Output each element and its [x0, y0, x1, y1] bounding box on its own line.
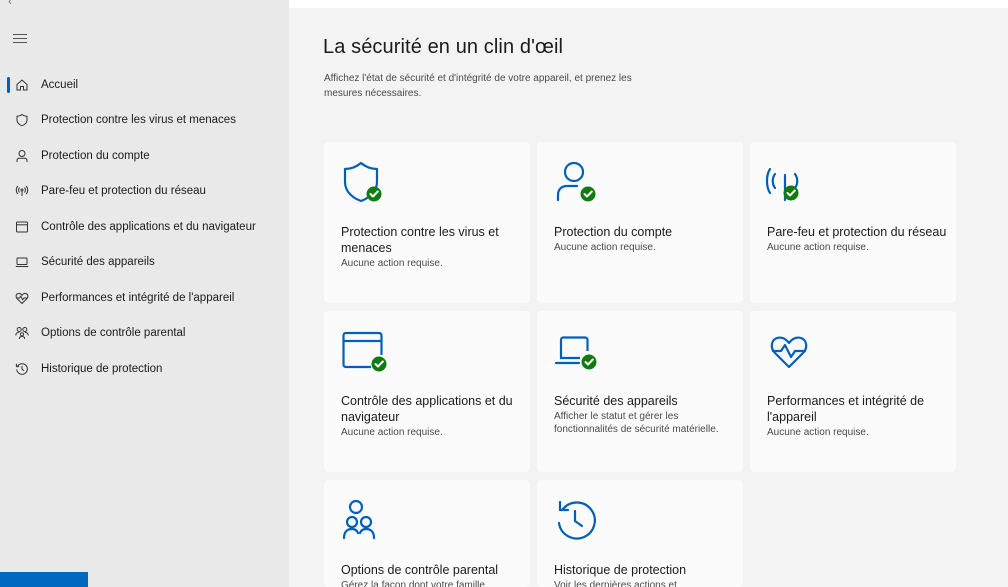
card-title: Options de contrôle parental Gérez la fa…: [341, 562, 521, 587]
heart-pulse-icon: [15, 291, 29, 305]
settings-button[interactable]: [0, 572, 88, 587]
laptop-check-icon: [554, 329, 602, 373]
card-title: Performances et intégrité de l'appareil …: [767, 393, 947, 439]
laptop-icon: [15, 255, 29, 269]
window-top-strip: [289, 0, 1008, 8]
sidebar-item-app-browser-control[interactable]: Contrôle des applications et du navigate…: [0, 209, 289, 245]
wifi-check-icon: [765, 160, 815, 204]
sidebar-item-label: Protection du compte: [41, 149, 150, 162]
person-check-icon: [554, 160, 602, 204]
main-content: La sécurité en un clin d'œil Affichez l'…: [289, 0, 1008, 587]
card-virus-protection[interactable]: Protection contre les virus et menaces A…: [324, 142, 530, 303]
sidebar-item-label: Sécurité des appareils: [41, 256, 155, 269]
card-status: Voir les dernières actions et: [554, 580, 677, 587]
sidebar-item-account-protection[interactable]: Protection du compte: [0, 138, 289, 174]
sidebar-item-label: Protection contre les virus et menaces: [41, 114, 236, 127]
card-title-text: Performances et intégrité de l'appareil: [767, 394, 925, 424]
shield-check-icon: [341, 160, 389, 204]
sidebar-item-label: Historique de protection: [41, 362, 163, 375]
card-firewall[interactable]: Pare-feu et protection du réseau Aucune …: [750, 142, 956, 303]
card-status: Afficher le statut et gérer les fonction…: [554, 411, 719, 435]
card-title: Pare-feu et protection du réseau Aucune …: [767, 224, 947, 254]
card-status: Gérez la façon dont votre famille: [341, 580, 485, 587]
card-title-text: Options de contrôle parental: [341, 563, 499, 577]
sidebar-item-home[interactable]: Accueil: [0, 67, 289, 103]
family-icon: [341, 498, 389, 542]
card-family-options[interactable]: Options de contrôle parental Gérez la fa…: [324, 480, 530, 587]
card-title-text: Contrôle des applications et du navigate…: [341, 394, 513, 424]
card-device-performance[interactable]: Performances et intégrité de l'appareil …: [750, 311, 956, 472]
card-account-protection[interactable]: Protection du compte Aucune action requi…: [537, 142, 743, 303]
sidebar-item-label: Pare-feu et protection du réseau: [41, 185, 206, 198]
sidebar-item-label: Performances et intégrité de l'appareil: [41, 291, 235, 304]
sidebar: ‹ Accueil Protection contre les virus et…: [0, 0, 289, 587]
sidebar-item-virus-protection[interactable]: Protection contre les virus et menaces: [0, 103, 289, 139]
family-icon: [15, 326, 29, 340]
card-title: Historique de protection Voir les derniè…: [554, 562, 734, 587]
page-title: La sécurité en un clin d'œil: [323, 36, 564, 58]
card-title-text: Pare-feu et protection du réseau: [767, 225, 947, 239]
card-app-browser-control[interactable]: Contrôle des applications et du navigate…: [324, 311, 530, 472]
sidebar-item-label: Contrôle des applications et du navigate…: [41, 220, 256, 233]
heart-pulse-icon: [767, 329, 815, 373]
card-status: Aucune action requise.: [554, 242, 656, 253]
back-arrow-icon[interactable]: ‹: [8, 0, 12, 8]
sidebar-item-device-security[interactable]: Sécurité des appareils: [0, 245, 289, 281]
shield-icon: [15, 113, 29, 127]
card-title-text: Protection contre les virus et menaces: [341, 225, 499, 255]
card-title-text: Historique de protection: [554, 563, 687, 577]
sidebar-item-protection-history[interactable]: Historique de protection: [0, 351, 289, 387]
card-status: Aucune action requise.: [767, 427, 869, 438]
app-window-check-icon: [341, 329, 389, 373]
card-title: Sécurité des appareils Afficher le statu…: [554, 393, 734, 436]
card-protection-history[interactable]: Historique de protection Voir les derniè…: [537, 480, 743, 587]
sidebar-item-label: Options de contrôle parental: [41, 327, 186, 340]
sidebar-item-firewall[interactable]: Pare-feu et protection du réseau: [0, 174, 289, 210]
card-title: Protection du compte Aucune action requi…: [554, 224, 734, 254]
sidebar-item-label: Accueil: [41, 78, 79, 91]
sidebar-item-device-performance[interactable]: Performances et intégrité de l'appareil: [0, 280, 289, 316]
home-icon: [15, 78, 29, 92]
card-title-text: Protection du compte: [554, 225, 673, 239]
card-title: Protection contre les virus et menaces A…: [341, 224, 521, 270]
history-icon: [15, 362, 29, 376]
card-status: Aucune action requise.: [767, 242, 869, 253]
card-device-security[interactable]: Sécurité des appareils Afficher le statu…: [537, 311, 743, 472]
person-icon: [15, 149, 29, 163]
card-title-text: Sécurité des appareils: [554, 394, 678, 408]
history-icon: [554, 498, 602, 542]
hamburger-menu-icon[interactable]: [13, 34, 27, 46]
card-title: Contrôle des applications et du navigate…: [341, 393, 521, 439]
card-status: Aucune action requise.: [341, 258, 443, 269]
wifi-signal-icon: [15, 184, 29, 198]
page-subtitle: Affichez l'état de sécurité et d'intégri…: [324, 73, 632, 99]
sidebar-item-family-options[interactable]: Options de contrôle parental: [0, 316, 289, 352]
sidebar-nav: Accueil Protection contre les virus et m…: [0, 67, 289, 387]
app-window-icon: [15, 220, 29, 234]
card-status: Aucune action requise.: [341, 427, 443, 438]
